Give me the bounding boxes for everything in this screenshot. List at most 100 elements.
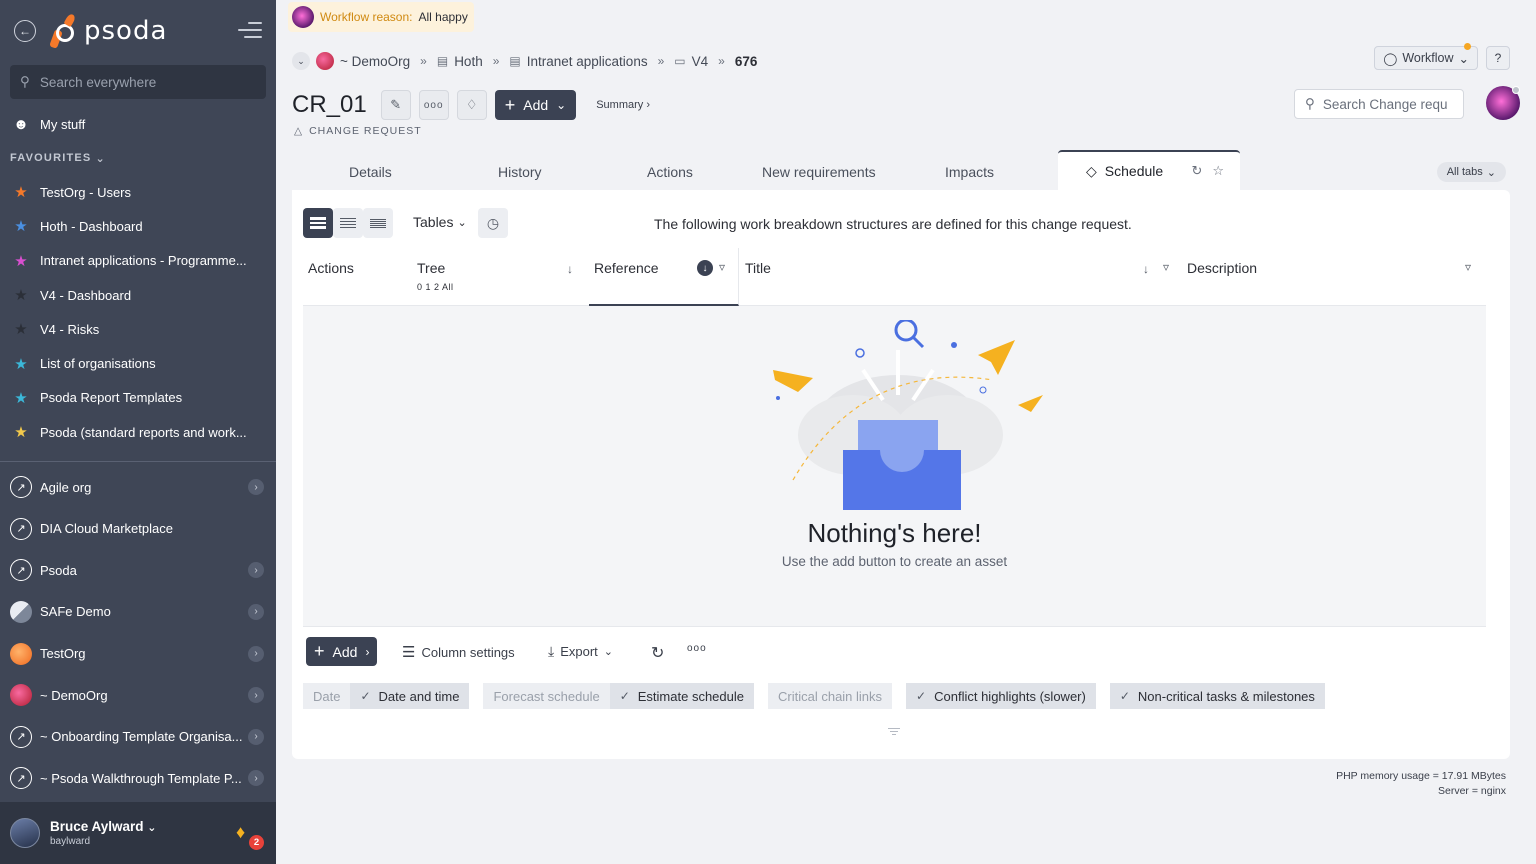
breadcrumb-item-intranet[interactable]: Intranet applications: [527, 54, 648, 69]
organisation-label: Psoda: [40, 562, 77, 578]
rocket-icon: ↗: [10, 517, 32, 540]
breadcrumb-item-v4[interactable]: V4: [692, 54, 709, 69]
favourite-item[interactable]: ★ Hoth - Dashboard: [0, 209, 276, 243]
change-request-icon: △: [294, 125, 304, 137]
workflow-button[interactable]: ◯ Workflow ⌄: [1374, 43, 1478, 70]
favourite-label: Psoda (standard reports and work...: [40, 424, 247, 440]
more-icon: ooo: [423, 99, 444, 111]
filter-icon[interactable]: ▿: [1163, 260, 1169, 274]
user-panel[interactable]: Bruce Aylward ⌄ baylward ♦ 2: [0, 802, 276, 864]
tab-new-requirements[interactable]: New requirements: [762, 164, 876, 180]
tab-actions[interactable]: Actions: [647, 164, 693, 180]
chevron-right-icon[interactable]: ›: [248, 728, 264, 745]
add-button[interactable]: + Add ⌄: [494, 90, 577, 120]
current-user-avatar[interactable]: [1486, 86, 1520, 120]
view-dense-button[interactable]: [363, 208, 393, 238]
refresh-icon: ↻: [651, 645, 665, 662]
tables-dropdown[interactable]: Tables ⌄: [413, 214, 467, 230]
filter-icon[interactable]: ▿: [1465, 260, 1471, 274]
notifications-button[interactable]: ♦ 2: [236, 822, 264, 850]
favourite-item[interactable]: ★ Psoda (standard reports and work...: [0, 415, 276, 449]
edit-button[interactable]: ✎: [380, 90, 411, 120]
tab-impacts[interactable]: Impacts: [945, 164, 994, 180]
column-settings-button[interactable]: ☰ Column settings: [402, 643, 515, 661]
user-icon: ☻: [13, 115, 29, 133]
breadcrumb-separator: »: [657, 54, 665, 68]
schedule-calc-button[interactable]: ◷: [478, 208, 508, 238]
tag-button[interactable]: ♢: [456, 90, 487, 120]
option-toggle[interactable]: ✓ Estimate schedule: [609, 683, 754, 709]
search-change-request-input[interactable]: ⚲ Search Change requ: [1294, 89, 1464, 119]
breadcrumb-separator: »: [718, 54, 725, 68]
column-description[interactable]: Description: [1187, 260, 1257, 276]
refresh-icon[interactable]: ↻: [1191, 163, 1202, 179]
organisation-item[interactable]: ↗ ~ Psoda Walkthrough Template P... ›: [0, 758, 276, 800]
chevron-right-icon[interactable]: ›: [248, 770, 264, 787]
summary-link[interactable]: Summary ›: [596, 99, 650, 111]
chevron-right-icon[interactable]: ›: [248, 645, 264, 662]
refresh-button[interactable]: ↻: [651, 643, 664, 663]
column-reference[interactable]: Reference ↓ ▿: [589, 248, 739, 306]
option-toggle[interactable]: Critical chain links: [768, 683, 893, 709]
column-title[interactable]: Title: [745, 260, 771, 276]
tab-schedule[interactable]: ◇ Schedule ↻ ☆: [1058, 150, 1240, 190]
favourite-item[interactable]: ★ TestOrg - Users: [0, 175, 276, 209]
chevron-right-icon[interactable]: ›: [248, 479, 264, 496]
all-tabs-dropdown[interactable]: All tabs ⌄: [1436, 162, 1506, 182]
option-toggle[interactable]: Forecast schedule: [483, 683, 610, 709]
psoda-logo[interactable]: psoda: [49, 12, 167, 49]
sort-icon[interactable]: ↓: [1143, 262, 1149, 276]
chevron-right-icon[interactable]: ›: [248, 687, 264, 704]
more-options-button[interactable]: ooo: [687, 643, 707, 654]
top-right-actions: ◯ Workflow ⌄ ?: [1374, 43, 1510, 70]
organisation-label: DIA Cloud Marketplace: [40, 521, 173, 537]
favourite-item[interactable]: ★ V4 - Risks: [0, 312, 276, 346]
column-tree[interactable]: Tree: [417, 260, 445, 276]
sort-icon[interactable]: ↓: [567, 262, 573, 276]
chevron-right-icon[interactable]: ›: [248, 562, 264, 579]
option-toggle[interactable]: ✓ Conflict highlights (slower): [906, 683, 1096, 709]
organisation-item[interactable]: TestOrg ›: [0, 633, 276, 675]
chevron-down-icon[interactable]: ⌄: [292, 52, 310, 70]
back-icon[interactable]: ←: [14, 20, 36, 42]
more-button[interactable]: ooo: [418, 90, 449, 120]
favourite-item[interactable]: ★ V4 - Dashboard: [0, 278, 276, 312]
check-icon: ✓: [916, 689, 927, 703]
folder-icon: ▭: [674, 54, 686, 68]
organisation-item[interactable]: ↗ Psoda ›: [0, 550, 276, 592]
export-button[interactable]: ⤓ Export ⌄: [548, 643, 613, 660]
star-icon[interactable]: ☆: [1212, 163, 1224, 179]
tree-level-selector[interactable]: 0 1 2 All: [417, 282, 454, 292]
server-info: PHP memory usage = 17.91 MBytes Server =…: [1336, 769, 1506, 799]
organisation-item[interactable]: ↗ Agile org ›: [0, 466, 276, 508]
global-search-input[interactable]: ⚲ Search everywhere: [10, 65, 266, 99]
help-button[interactable]: ?: [1486, 46, 1510, 70]
view-comfortable-button[interactable]: [303, 208, 333, 238]
favourite-item[interactable]: ★ List of organisations: [0, 346, 276, 380]
user-avatar[interactable]: [10, 818, 40, 848]
chevron-right-icon[interactable]: ›: [248, 603, 264, 620]
workflow-reason-badge[interactable]: Workflow reason: All happy: [288, 2, 474, 32]
chevron-right-icon: ›: [365, 644, 370, 659]
tab-history[interactable]: History: [498, 164, 542, 180]
option-toggle[interactable]: ✓ Non-critical tasks & milestones: [1109, 683, 1325, 709]
filter-icon[interactable]: ▿: [719, 260, 725, 274]
organisation-item[interactable]: ↗ ~ Onboarding Template Organisa... ›: [0, 716, 276, 758]
collapse-menu-icon[interactable]: [238, 22, 262, 40]
view-compact-button[interactable]: [333, 208, 363, 238]
breadcrumb-item-hoth[interactable]: Hoth: [454, 54, 483, 69]
breadcrumb-org[interactable]: ~ DemoOrg: [340, 54, 410, 69]
organisation-item[interactable]: SAFe Demo ›: [0, 591, 276, 633]
add-row-button[interactable]: + Add ›: [306, 637, 378, 666]
favourite-item[interactable]: ★ Psoda Report Templates: [0, 381, 276, 415]
resize-handle-icon[interactable]: [888, 726, 900, 737]
sort-active-icon[interactable]: ↓: [697, 260, 713, 276]
tab-details[interactable]: Details: [349, 164, 392, 180]
favourites-header[interactable]: FAVOURITES ⌄: [0, 141, 276, 175]
my-stuff-link[interactable]: ☻ My stuff: [0, 107, 276, 141]
option-toggle[interactable]: ✓ Date and time: [350, 683, 470, 709]
option-toggle[interactable]: Date: [303, 683, 351, 709]
organisation-item[interactable]: ↗ DIA Cloud Marketplace: [0, 508, 276, 550]
organisation-item[interactable]: ~ DemoOrg ›: [0, 674, 276, 716]
favourite-item[interactable]: ★ Intranet applications - Programme...: [0, 244, 276, 278]
